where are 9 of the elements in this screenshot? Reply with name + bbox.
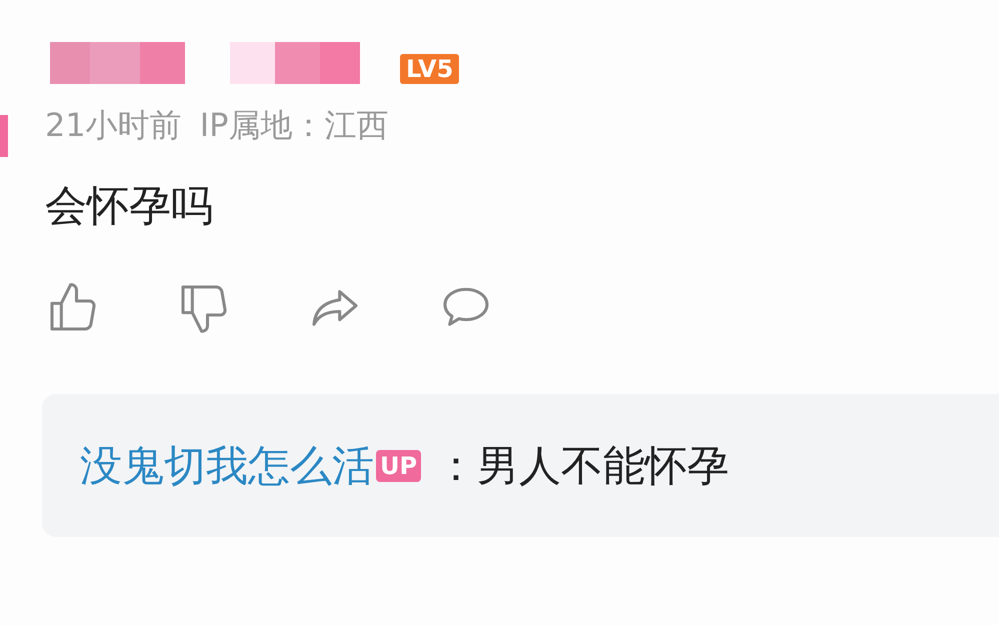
comment-time: 21小时前	[45, 105, 182, 146]
reply-text: ：男人不能怀孕	[435, 440, 730, 492]
level-badge: LV5	[400, 54, 460, 84]
ip-location: IP属地：江西	[200, 105, 388, 146]
reply-preview[interactable]: 没鬼切我怎么活 UP ：男人不能怀孕	[42, 394, 999, 537]
accent-bar	[0, 115, 8, 157]
up-badge: UP	[376, 450, 422, 482]
reply-author[interactable]: 没鬼切我怎么活	[80, 438, 374, 494]
comment-text: 会怀孕吗	[45, 181, 213, 230]
